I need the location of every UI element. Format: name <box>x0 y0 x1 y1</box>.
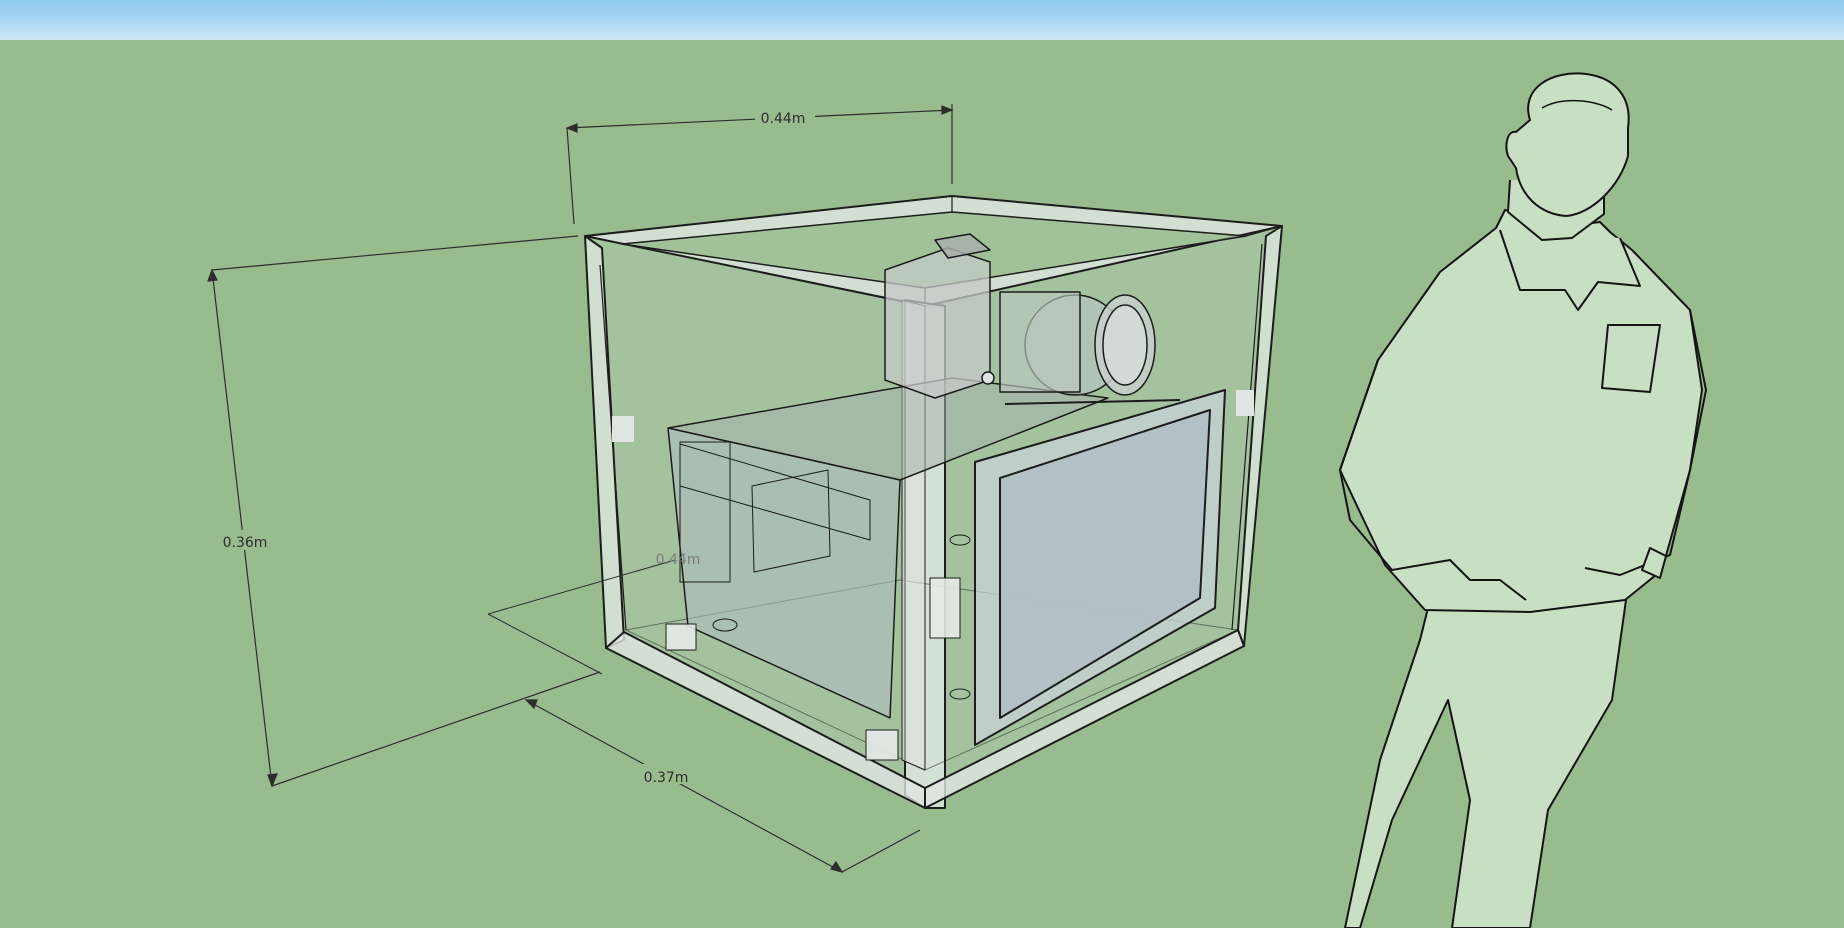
dimension-label-depth: 0.37m <box>644 770 689 786</box>
side-bracket-left <box>612 416 634 442</box>
scene-canvas[interactable]: 0.44m 0.36m 0.37m 0.44m <box>0 0 1844 928</box>
dimension-label-height: 0.36m <box>223 535 268 551</box>
screen-hinge <box>929 577 961 639</box>
modeling-viewport[interactable]: 0.44m 0.36m 0.37m 0.44m <box>0 0 1844 928</box>
side-bracket-right <box>1236 390 1254 416</box>
enclosure-model[interactable] <box>584 195 1283 809</box>
dimension-label-inner: 0.44m <box>656 552 701 568</box>
dimension-label-width: 0.44m <box>761 111 806 127</box>
corner-foot-front <box>865 729 899 761</box>
person-figure[interactable] <box>1339 72 1707 928</box>
dimension-height-left[interactable]: 0.36m <box>207 235 601 788</box>
corner-foot-left <box>665 623 697 651</box>
